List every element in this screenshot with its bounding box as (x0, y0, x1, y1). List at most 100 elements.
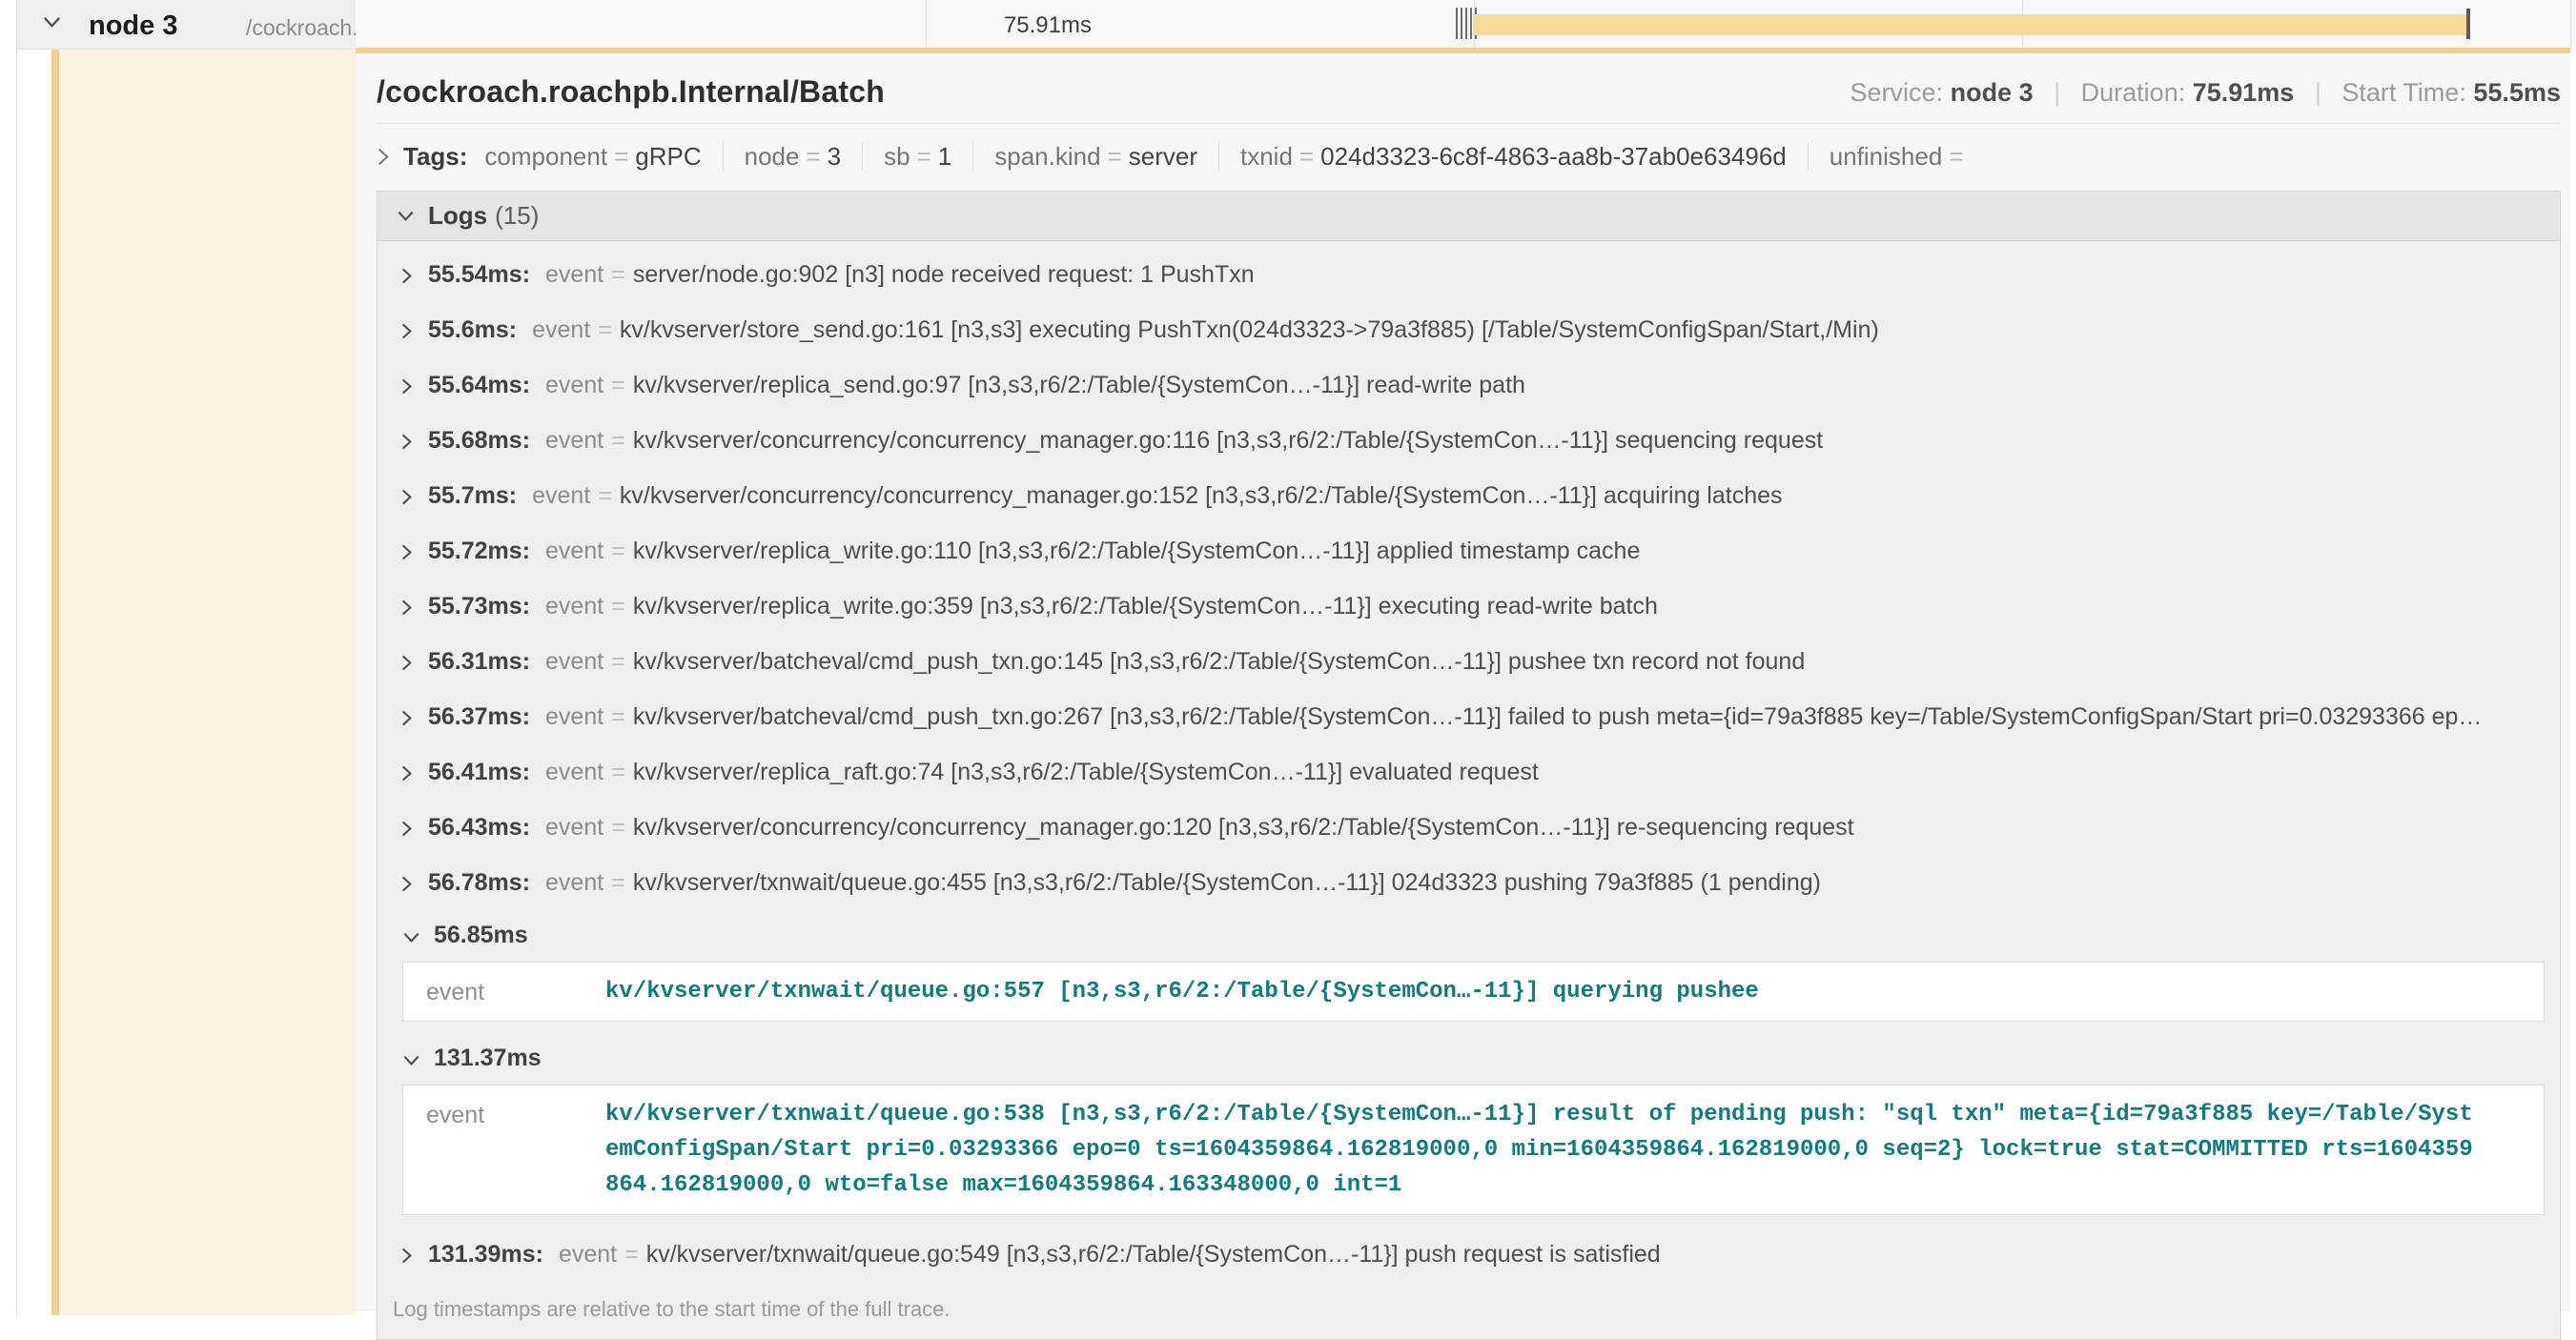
log-field-key: event (532, 316, 590, 344)
log-entry-collapsed[interactable]: 56.37ms:event=kv/kvserver/batcheval/cmd_… (378, 689, 2560, 744)
tag-value: 1 (938, 142, 951, 171)
log-equals: = (611, 372, 625, 399)
log-entry-collapsed[interactable]: 56.31ms:event=kv/kvserver/batcheval/cmd_… (378, 634, 2560, 689)
tag-key: unfinished (1830, 142, 1943, 171)
tag-key: node (745, 142, 800, 171)
chevron-right-icon (400, 654, 413, 672)
log-equals: = (611, 648, 625, 676)
tag-item-node[interactable]: node=3 (724, 142, 863, 172)
log-equals: = (611, 759, 625, 786)
log-equals: = (611, 261, 625, 289)
tag-item-span.kind[interactable]: span.kind=server (973, 142, 1218, 172)
chevron-right-icon (400, 433, 413, 451)
log-field-row[interactable]: eventkv/kvserver/txnwait/queue.go:538 [n… (403, 1097, 2544, 1203)
log-field-key: event (559, 1241, 617, 1269)
log-field-key: event (545, 593, 603, 620)
chevron-right-icon (400, 709, 413, 727)
chevron-right-icon (400, 1247, 413, 1265)
tags-label: Tags: (403, 142, 467, 172)
logs-accordian-header[interactable]: Logs (15) (378, 192, 2560, 241)
log-entry-collapsed[interactable]: 131.39ms:event=kv/kvserver/txnwait/queue… (378, 1227, 2560, 1282)
log-field-value: kv/kvserver/txnwait/queue.go:455 [n3,s3,… (633, 869, 1821, 897)
log-field-value: kv/kvserver/replica_write.go:110 [n3,s3,… (633, 538, 1641, 565)
log-equals: = (611, 427, 625, 455)
log-entry-collapsed[interactable]: 56.41ms:event=kv/kvserver/replica_raft.g… (378, 744, 2560, 800)
tag-item-component[interactable]: component=gRPC (484, 142, 722, 172)
log-equals: = (611, 593, 625, 620)
log-timestamp: 56.37ms: (428, 703, 530, 731)
timeline-gridline (2570, 0, 2571, 50)
selected-span-name-column[interactable] (59, 50, 356, 1315)
tag-equals: = (614, 142, 628, 171)
log-field-key: event (545, 648, 603, 676)
log-equals: = (598, 316, 612, 344)
span-duration-label: 75.91ms (1004, 12, 1092, 39)
log-entry-expanded-header[interactable]: 131.37ms (378, 1033, 2560, 1083)
log-field-key: event (545, 427, 603, 455)
log-entry-collapsed[interactable]: 55.72ms:event=kv/kvserver/replica_write.… (378, 523, 2560, 579)
log-entry-collapsed[interactable]: 56.78ms: event = kv/kvserver/txnwait/queue.… (378, 855, 2560, 910)
log-field-value: kv/kvserver/store_send.go:161 [n3,s3] ex… (620, 316, 1879, 344)
tag-equals: = (1949, 142, 1963, 171)
tag-item-unfinished[interactable]: unfinished= (1809, 142, 1992, 172)
log-field-key: event (545, 869, 603, 897)
log-fields-table: eventkv/kvserver/txnwait/queue.go:538 [n… (402, 1085, 2545, 1215)
log-timestamp: 131.39ms: (428, 1241, 543, 1269)
log-field-key: event (545, 814, 603, 842)
span-detail-header: /cockroach.roachpb.Internal/Batch Servic… (377, 74, 2561, 110)
logs-list: 55.54ms:event=server/node.go:902 [n3] no… (378, 241, 2560, 1339)
chevron-right-icon (400, 764, 413, 782)
log-field-key: event (545, 261, 603, 289)
log-field-value: kv/kvserver/replica_write.go:359 [n3,s3,… (633, 593, 1658, 620)
trace-timeline-page: node 3 /cockroach.roach… 75.91ms /cockro… (0, 0, 2576, 1315)
chevron-right-icon (400, 322, 413, 340)
chevron-right-icon (400, 875, 413, 893)
tags-accordian-toggle[interactable]: Tags: component=gRPCnode=3sb=1span.kind=… (377, 135, 2561, 177)
log-field-value: kv/kvserver/batcheval/cmd_push_txn.go:26… (633, 703, 2483, 731)
log-entry-expanded-header[interactable]: 56.85ms (378, 910, 2560, 960)
log-field-key: event (545, 538, 603, 565)
tag-key: txnid (1240, 142, 1293, 171)
tag-key: sb (884, 142, 910, 171)
log-entry-collapsed[interactable]: 56.43ms:event=kv/kvserver/concurrency/co… (378, 800, 2560, 855)
log-equals: = (611, 869, 625, 897)
log-timestamp: 55.68ms: (428, 427, 530, 455)
log-fields-table: eventkv/kvserver/txnwait/queue.go:557 [n… (402, 962, 2545, 1022)
tag-key: component (484, 142, 607, 171)
log-timestamp: 56.43ms: (428, 814, 530, 842)
span-timeline[interactable]: 75.91ms (356, 0, 2576, 50)
log-field-value: kv/kvserver/replica_raft.go:74 [n3,s3,r6… (633, 759, 1539, 786)
span-duration-bar[interactable] (1473, 14, 2468, 35)
log-field-value: kv/kvserver/replica_send.go:97 [n3,s3,r6… (633, 372, 1525, 399)
log-equals: = (611, 814, 625, 842)
log-timestamp: 55.54ms: (428, 261, 530, 289)
log-field-value: kv/kvserver/concurrency/concurrency_mana… (633, 427, 1823, 455)
tag-item-sb[interactable]: sb=1 (863, 142, 972, 172)
log-entry-collapsed[interactable]: 55.7ms:event=kv/kvserver/concurrency/con… (378, 468, 2560, 523)
log-field-value: kv/kvserver/concurrency/concurrency_mana… (620, 482, 1783, 510)
log-entry-collapsed[interactable]: 55.6ms:event=kv/kvserver/store_send.go:1… (378, 302, 2560, 357)
tag-item-txnid[interactable]: txnid=024d3323-6c8f-4863-aa8b-37ab0e6349… (1219, 142, 1808, 172)
service-value: node 3 (1951, 78, 2034, 107)
log-field-row[interactable]: eventkv/kvserver/txnwait/queue.go:557 [n… (403, 974, 2544, 1009)
tag-equals: = (806, 142, 820, 171)
span-meta: Service: node 3 | Duration: 75.91ms | St… (1850, 78, 2561, 110)
meta-separator: | (2315, 78, 2321, 107)
log-timestamp: 55.64ms: (428, 372, 530, 399)
span-row[interactable]: node 3 /cockroach.roach… 75.91ms (0, 0, 2576, 50)
span-color-accent-strip (51, 0, 59, 1315)
chevron-right-icon (400, 543, 413, 561)
tag-equals: = (1299, 142, 1314, 171)
log-entry-collapsed[interactable]: 55.54ms:event=server/node.go:902 [n3] no… (378, 247, 2560, 302)
logs-accordian: Logs (15) 55.54ms:event=server/node.go:9… (377, 191, 2561, 1340)
log-entry-collapsed[interactable]: 55.64ms:event=kv/kvserver/replica_send.g… (378, 357, 2560, 413)
span-row-name-column[interactable]: node 3 /cockroach.roach… (17, 0, 356, 50)
log-entry-collapsed[interactable]: 55.68ms: event = kv/kvserver/concurrency/co… (378, 413, 2560, 468)
span-service-name: node 3 (89, 10, 177, 42)
log-entry-collapsed[interactable]: 55.73ms:event=kv/kvserver/replica_write.… (378, 579, 2560, 634)
log-timestamp: 56.31ms: (428, 648, 530, 676)
chevron-down-icon[interactable] (42, 15, 62, 29)
tag-key: span.kind (994, 142, 1100, 171)
start-time-label: Start Time: (2341, 78, 2466, 107)
log-timestamp: 56.78ms: (428, 869, 530, 897)
